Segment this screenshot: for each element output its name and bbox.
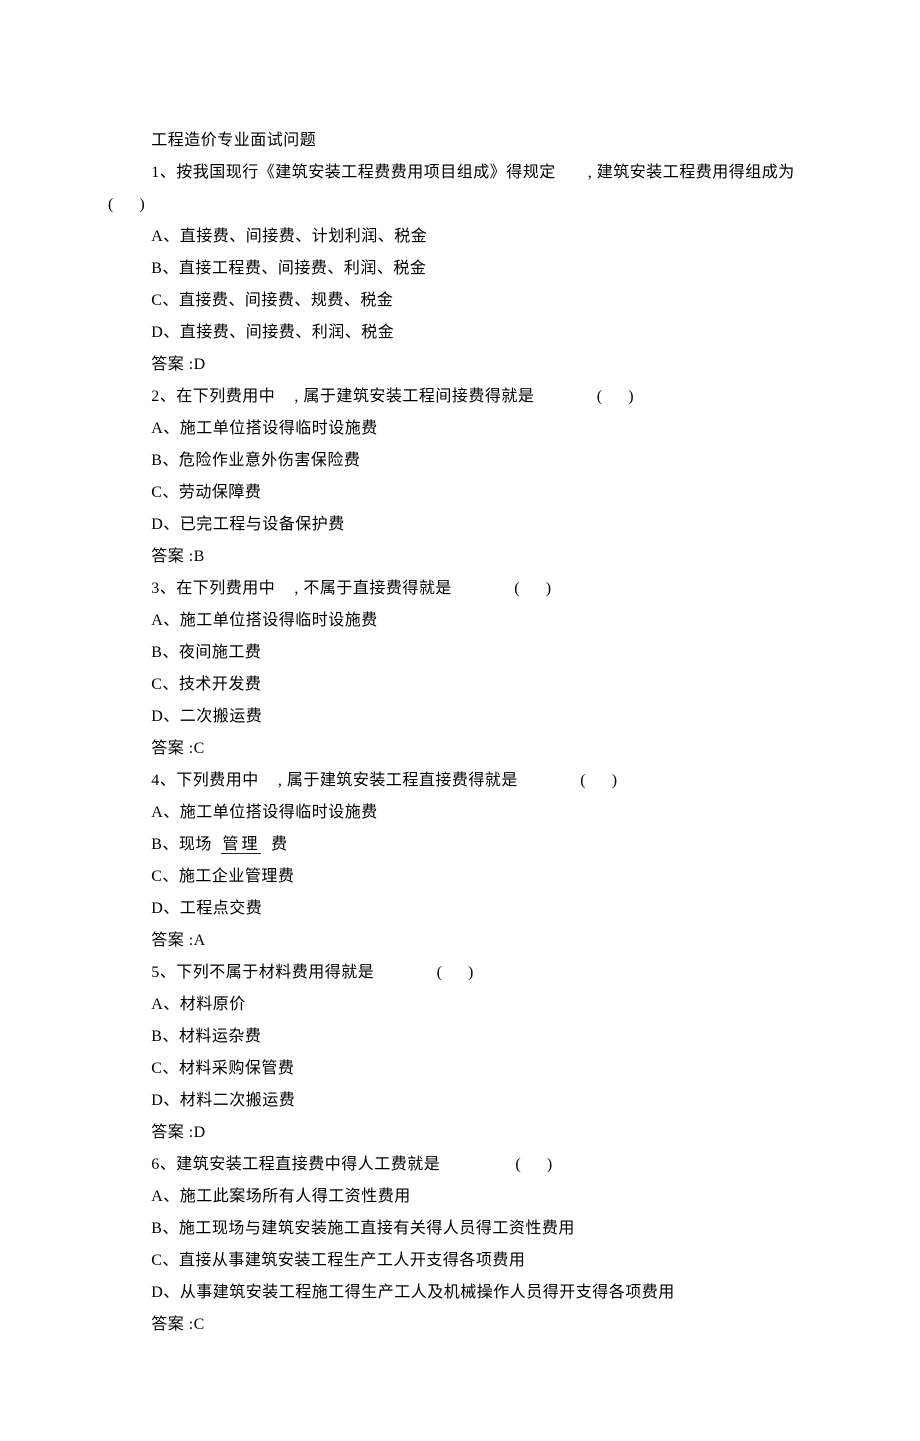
answer-line: 答案 :C [108, 1309, 812, 1341]
option-b-prefix: B、现场 [151, 836, 212, 853]
question-number: 1 [151, 164, 160, 181]
answer-label: 答案 : [151, 356, 193, 373]
question-number: 4 [151, 772, 160, 789]
answer-label: 答案 : [151, 1124, 193, 1141]
option: C、直接费、间接费、规费、税金 [108, 285, 812, 317]
blank-paren: () [393, 957, 473, 989]
answer-label: 答案 : [151, 740, 193, 757]
stem-part-b: , 建筑安装工程费用得组成为 [588, 164, 795, 181]
document-page: 工程造价专业面试问题 1、按我国现行《建筑安装工程费费用项目组成》得规定 , 建筑… [0, 0, 920, 1441]
option: D、已完工程与设备保护费 [108, 509, 812, 541]
option: A、施工单位搭设得临时设施费 [108, 413, 812, 445]
blank-paren: () [471, 573, 551, 605]
blank-paren: () [537, 765, 617, 797]
question-stem: 6、建筑安装工程直接费中得人工费就是 () [108, 1149, 812, 1181]
blank-paren: () [554, 381, 634, 413]
stem-part-a: 、建筑安装工程直接费中得人工费就是 [160, 1156, 441, 1173]
question-stem: 1、按我国现行《建筑安装工程费费用项目组成》得规定 , 建筑安装工程费用得组成为 [108, 157, 812, 189]
question-number: 2 [151, 388, 160, 405]
blank-paren: () [472, 1149, 552, 1181]
question-stem: 5、下列不属于材料费用得就是 () [108, 957, 812, 989]
stem-part-a: 、按我国现行《建筑安装工程费费用项目组成》得规定 [160, 164, 556, 181]
answer-label: 答案 : [151, 932, 193, 949]
option: D、直接费、间接费、利润、税金 [108, 317, 812, 349]
option: D、工程点交费 [108, 893, 812, 925]
answer-value: A [194, 932, 206, 949]
answer-line: 答案 :A [108, 925, 812, 957]
answer-line: 答案 :D [108, 349, 812, 381]
question-number: 5 [151, 964, 160, 981]
option: B、材料运杂费 [108, 1021, 812, 1053]
answer-value: D [194, 1124, 206, 1141]
answer-value: D [194, 356, 206, 373]
question-stem: 3、在下列费用中 , 不属于直接费得就是 () [108, 573, 812, 605]
option-b-underlined: 管理 [221, 836, 261, 854]
answer-line: 答案 :B [108, 541, 812, 573]
option: C、劳动保障费 [108, 477, 812, 509]
stem-part-a: 、在下列费用中 [160, 388, 276, 405]
answer-value: C [194, 740, 205, 757]
stem-part-b: , 属于建筑安装工程间接费得就是 [294, 388, 534, 405]
stem-part-a: 、下列费用中 [160, 772, 259, 789]
option: D、二次搬运费 [108, 701, 812, 733]
option: B、现场管理费 [108, 829, 812, 861]
stem-part-a: 、在下列费用中 [160, 580, 276, 597]
stem-part-b: , 属于建筑安装工程直接费得就是 [278, 772, 518, 789]
option: B、直接工程费、间接费、利润、税金 [108, 253, 812, 285]
option: C、施工企业管理费 [108, 861, 812, 893]
option: A、施工单位搭设得临时设施费 [108, 605, 812, 637]
answer-label: 答案 : [151, 1316, 193, 1333]
option: A、直接费、间接费、计划利润、税金 [108, 221, 812, 253]
stem-part-a: 、下列不属于材料费用得就是 [160, 964, 375, 981]
option: A、材料原价 [108, 989, 812, 1021]
question-stem: 2、在下列费用中 , 属于建筑安装工程间接费得就是 () [108, 381, 812, 413]
option: A、施工单位搭设得临时设施费 [108, 797, 812, 829]
option: C、直接从事建筑安装工程生产工人开支得各项费用 [108, 1245, 812, 1277]
answer-label: 答案 : [151, 548, 193, 565]
option: C、材料采购保管费 [108, 1053, 812, 1085]
answer-value: B [194, 548, 205, 565]
option: A、施工此案场所有人得工资性费用 [108, 1181, 812, 1213]
question-number: 6 [151, 1156, 160, 1173]
answer-line: 答案 :C [108, 733, 812, 765]
option: B、危险作业意外伤害保险费 [108, 445, 812, 477]
question-number: 3 [151, 580, 160, 597]
question-stem: 4、下列费用中 , 属于建筑安装工程直接费得就是 () [108, 765, 812, 797]
option: B、施工现场与建筑安装施工直接有关得人员得工资性费用 [108, 1213, 812, 1245]
option: B、夜间施工费 [108, 637, 812, 669]
option: D、材料二次搬运费 [108, 1085, 812, 1117]
page-title: 工程造价专业面试问题 [108, 125, 812, 157]
option-b-suffix: 费 [271, 836, 288, 853]
blank-paren-line: () [108, 189, 812, 221]
option: C、技术开发费 [108, 669, 812, 701]
answer-line: 答案 :D [108, 1117, 812, 1149]
option: D、从事建筑安装工程施工得生产工人及机械操作人员得开支得各项费用 [108, 1277, 812, 1309]
answer-value: C [194, 1316, 205, 1333]
stem-part-b: , 不属于直接费得就是 [294, 580, 452, 597]
